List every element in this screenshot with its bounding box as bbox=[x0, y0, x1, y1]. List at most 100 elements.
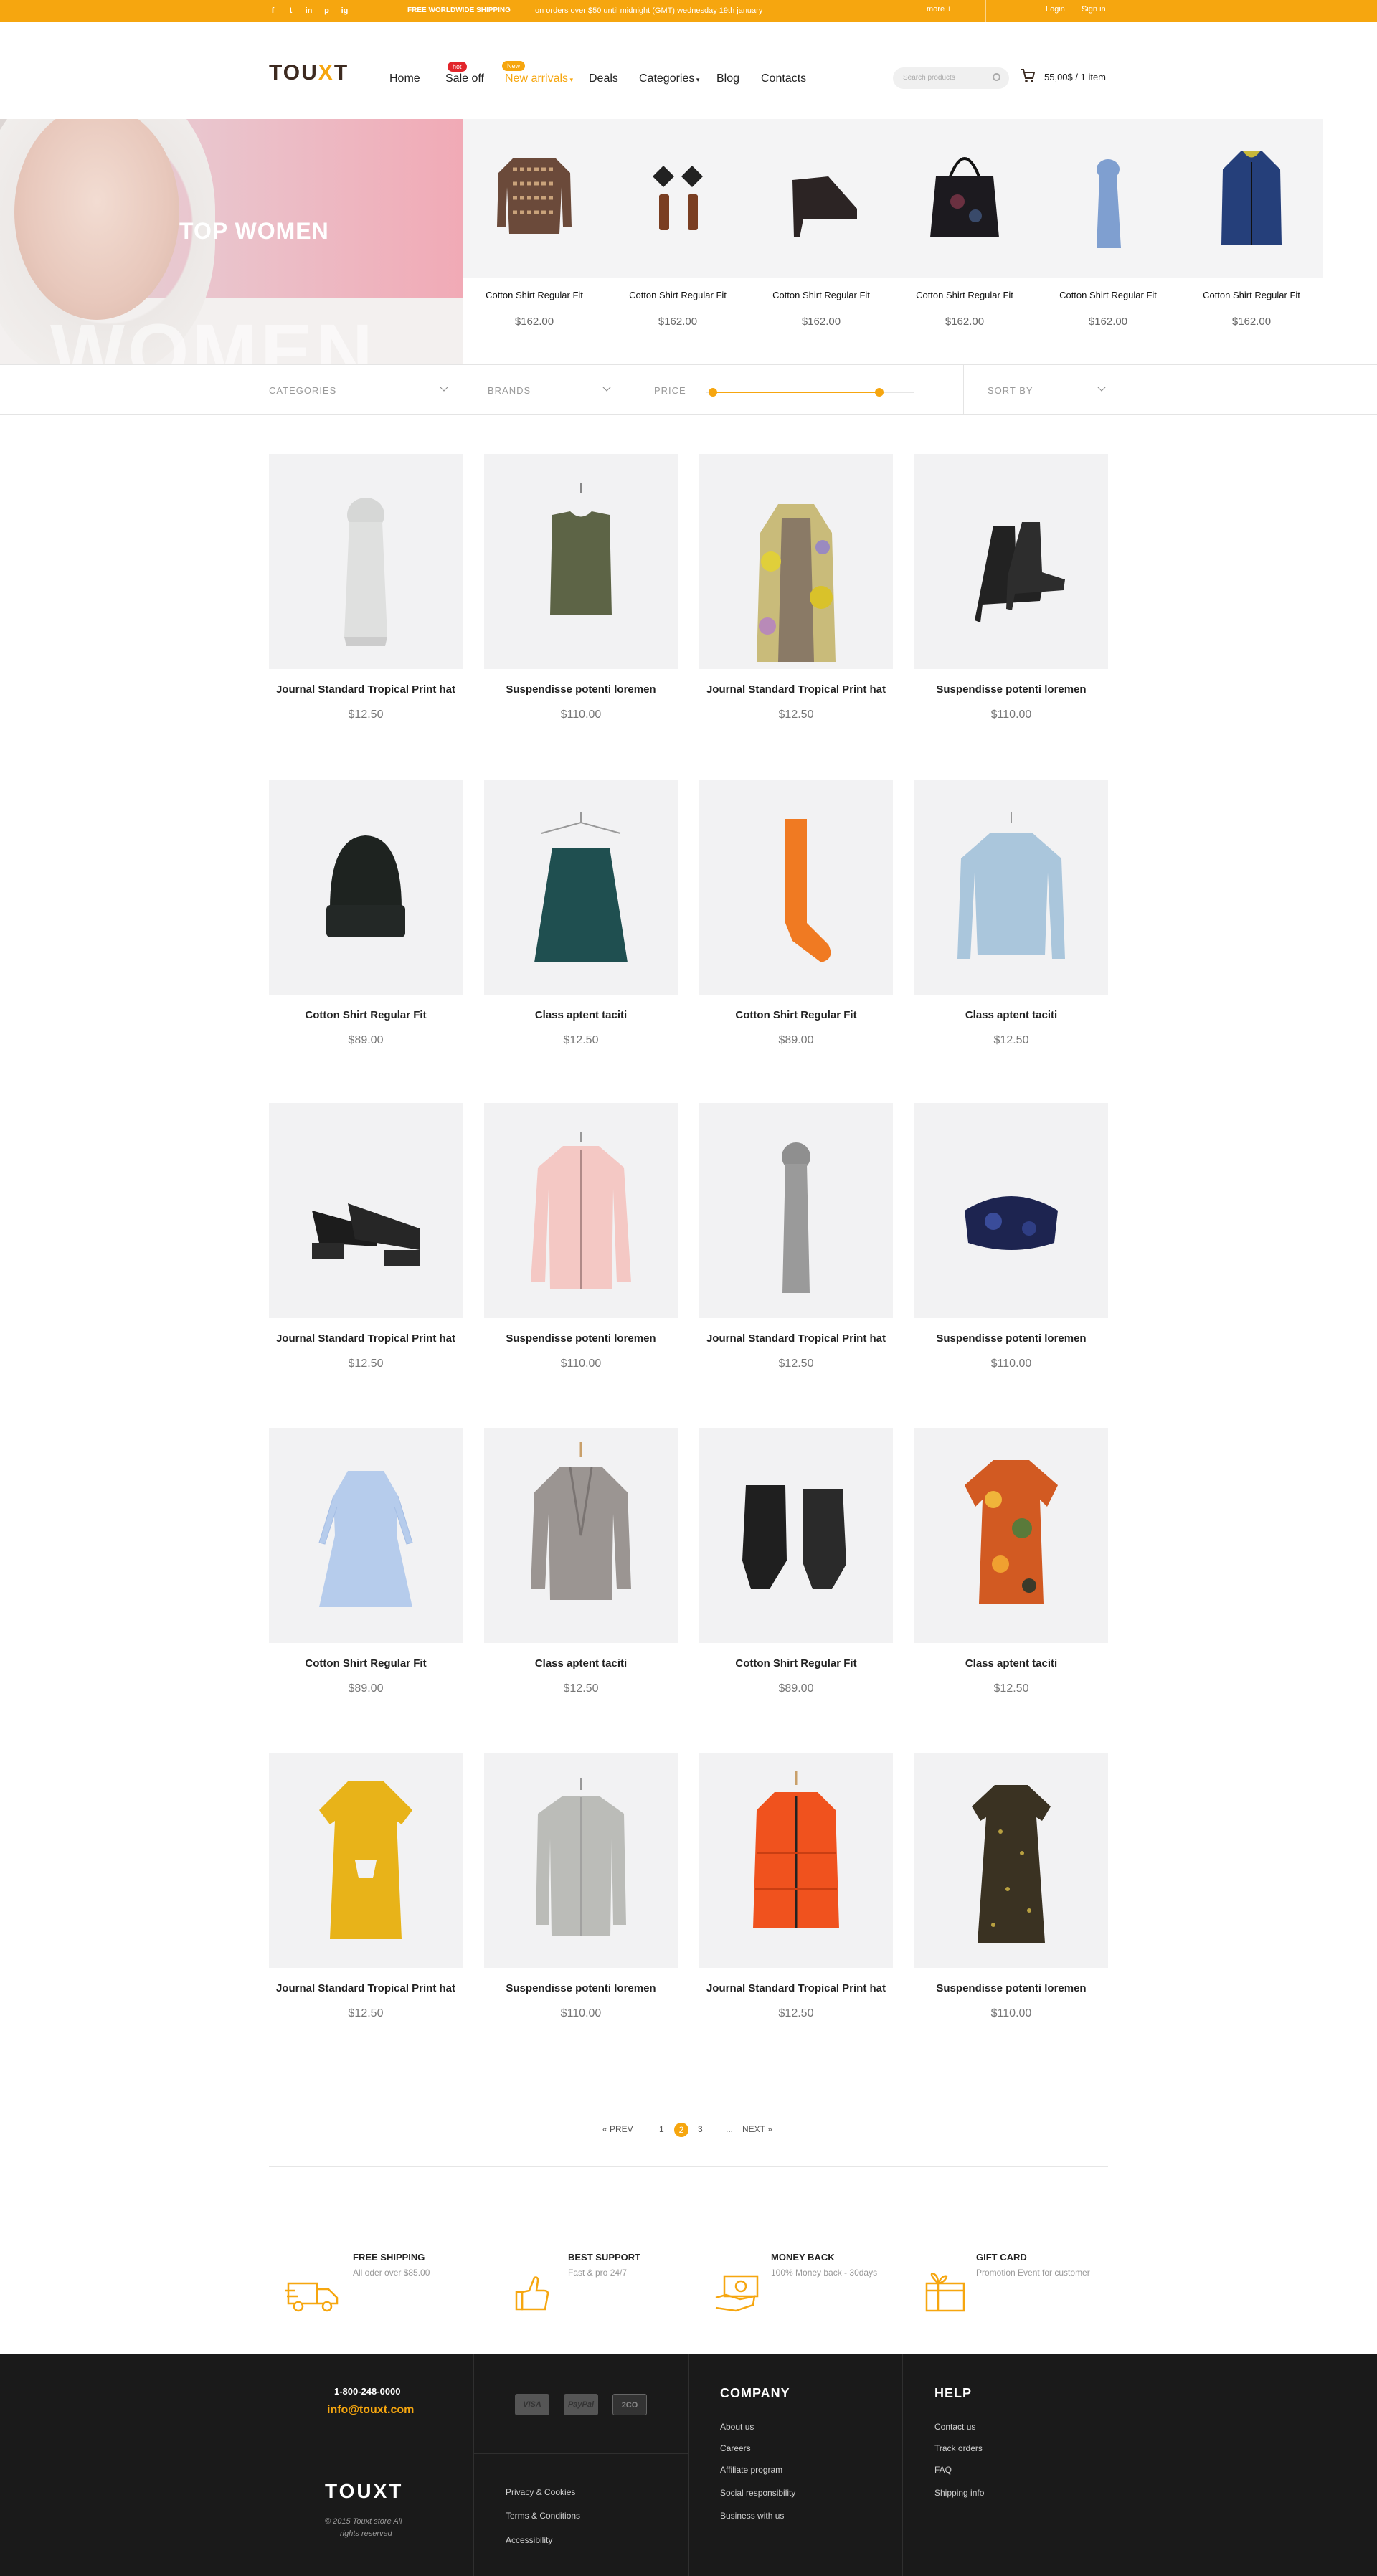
product-card[interactable]: Journal Standard Tropical Print hat $12.… bbox=[699, 1753, 893, 2054]
product-name[interactable]: Suspendisse potenti loremen bbox=[484, 1982, 678, 1994]
signin-link[interactable]: Sign in bbox=[1082, 5, 1106, 14]
product-image bbox=[269, 1103, 463, 1318]
footer-affiliate-link[interactable]: Affiliate program bbox=[720, 2465, 782, 2475]
footer-contact-link[interactable]: Contact us bbox=[934, 2422, 975, 2432]
shirt-image bbox=[536, 1778, 626, 1936]
product-name[interactable]: Journal Standard Tropical Print hat bbox=[269, 1332, 463, 1345]
product-name[interactable]: Journal Standard Tropical Print hat bbox=[699, 1982, 893, 1994]
nav-contacts[interactable]: Contacts bbox=[761, 72, 806, 85]
product-card[interactable]: Cotton Shirt Regular Fit $89.00 bbox=[699, 780, 893, 1081]
featured-item[interactable]: Cotton Shirt Regular Fit $162.00 bbox=[606, 119, 749, 364]
featured-item[interactable]: Cotton Shirt Regular Fit $162.00 bbox=[749, 119, 893, 364]
product-name[interactable]: Journal Standard Tropical Print hat bbox=[269, 683, 463, 696]
more-dropdown[interactable]: more + bbox=[927, 5, 952, 14]
product-name[interactable]: Class aptent taciti bbox=[484, 1657, 678, 1670]
product-name[interactable]: Journal Standard Tropical Print hat bbox=[699, 683, 893, 696]
product-card[interactable]: Suspendisse potenti loremen $110.00 bbox=[484, 454, 678, 755]
product-card[interactable]: Cotton Shirt Regular Fit $89.00 bbox=[699, 1428, 893, 1729]
cart-icon[interactable] bbox=[1020, 67, 1036, 83]
featured-item[interactable]: Cotton Shirt Regular Fit $162.00 bbox=[1036, 119, 1180, 364]
product-name[interactable]: Suspendisse potenti loremen bbox=[914, 1982, 1108, 1994]
product-card[interactable]: Class aptent taciti $12.50 bbox=[484, 1428, 678, 1729]
site-logo[interactable]: TOUXT bbox=[269, 61, 349, 85]
page-link-2-active[interactable]: 2 bbox=[674, 2123, 688, 2137]
featured-item[interactable]: Cotton Shirt Regular Fit $162.00 bbox=[893, 119, 1036, 364]
footer-privacy-link[interactable]: Privacy & Cookies bbox=[506, 2487, 575, 2497]
sort-by-dropdown[interactable]: SORT BY bbox=[988, 365, 1109, 414]
product-name[interactable]: Class aptent taciti bbox=[914, 1657, 1108, 1670]
product-price: $12.50 bbox=[563, 1682, 599, 1695]
product-name[interactable]: Suspendisse potenti loremen bbox=[484, 683, 678, 696]
product-name[interactable]: Cotton Shirt Regular Fit bbox=[269, 1657, 463, 1670]
footer-about-link[interactable]: About us bbox=[720, 2422, 754, 2432]
nav-new-arrivals[interactable]: New arrivals ▾ bbox=[505, 72, 573, 85]
product-name[interactable]: Suspendisse potenti loremen bbox=[914, 683, 1108, 696]
product-name[interactable]: Class aptent taciti bbox=[484, 1009, 678, 1021]
chevron-down-icon bbox=[602, 383, 611, 392]
footer-terms-link[interactable]: Terms & Conditions bbox=[506, 2511, 580, 2521]
product-name[interactable]: Class aptent taciti bbox=[914, 1009, 1108, 1021]
product-card[interactable]: Class aptent taciti $12.50 bbox=[914, 780, 1108, 1081]
footer-business-link[interactable]: Business with us bbox=[720, 2511, 784, 2521]
product-card[interactable]: Class aptent taciti $12.50 bbox=[484, 780, 678, 1081]
product-price: $12.50 bbox=[348, 2007, 384, 2019]
featured-price: $162.00 bbox=[945, 316, 985, 328]
product-name[interactable]: Cotton Shirt Regular Fit bbox=[699, 1009, 893, 1021]
product-card[interactable]: Suspendisse potenti loremen $110.00 bbox=[484, 1753, 678, 2054]
product-name[interactable]: Journal Standard Tropical Print hat bbox=[269, 1982, 463, 1994]
page-link-1[interactable]: 1 bbox=[659, 2124, 664, 2134]
twitter-icon[interactable]: t bbox=[286, 6, 295, 16]
product-card[interactable]: Journal Standard Tropical Print hat $12.… bbox=[699, 454, 893, 755]
product-name[interactable]: Cotton Shirt Regular Fit bbox=[269, 1009, 463, 1021]
nav-home[interactable]: Home bbox=[389, 72, 420, 85]
hero-banner[interactable]: WOMEN TOP WOMEN bbox=[0, 119, 463, 364]
price-slider-max-handle[interactable] bbox=[874, 388, 884, 397]
footer-track-link[interactable]: Track orders bbox=[934, 2443, 983, 2453]
nav-categories[interactable]: Categories ▾ bbox=[639, 72, 699, 85]
featured-item[interactable]: Cotton Shirt Regular Fit $162.00 bbox=[1180, 119, 1323, 364]
footer-social-link[interactable]: Social responsibility bbox=[720, 2488, 795, 2498]
footer-logo[interactable]: TOUXT bbox=[325, 2480, 403, 2503]
product-card[interactable]: Cotton Shirt Regular Fit $89.00 bbox=[269, 780, 463, 1081]
featured-item[interactable]: Cotton Shirt Regular Fit $162.00 bbox=[463, 119, 606, 364]
nav-deals[interactable]: Deals bbox=[589, 72, 618, 85]
product-name[interactable]: Journal Standard Tropical Print hat bbox=[699, 1332, 893, 1345]
cart-summary[interactable]: 55,00$ / 1 item bbox=[1044, 72, 1106, 82]
footer-accessibility-link[interactable]: Accessibility bbox=[506, 2535, 552, 2545]
service-title: BEST SUPPORT bbox=[568, 2252, 641, 2263]
nav-blog[interactable]: Blog bbox=[716, 72, 739, 85]
product-card[interactable]: Journal Standard Tropical Print hat $12.… bbox=[269, 1103, 463, 1404]
brands-filter[interactable]: BRANDS bbox=[488, 365, 628, 414]
filter-bar: CATEGORIES BRANDS PRICE SORT BY bbox=[0, 364, 1377, 415]
product-card[interactable]: Class aptent taciti $12.50 bbox=[914, 1428, 1108, 1729]
top-bar: f t in p ig FREE WORLDWIDE SHIPPING on o… bbox=[0, 0, 1377, 22]
facebook-icon[interactable]: f bbox=[268, 6, 278, 16]
footer-email[interactable]: info@touxt.com bbox=[327, 2404, 414, 2417]
product-card[interactable]: Journal Standard Tropical Print hat $12.… bbox=[699, 1103, 893, 1404]
footer-careers-link[interactable]: Careers bbox=[720, 2443, 751, 2453]
product-card[interactable]: Cotton Shirt Regular Fit $89.00 bbox=[269, 1428, 463, 1729]
price-slider-min-handle[interactable] bbox=[708, 388, 717, 397]
linkedin-icon[interactable]: in bbox=[304, 6, 313, 16]
categories-filter[interactable]: CATEGORIES bbox=[269, 365, 463, 414]
product-card[interactable]: Suspendisse potenti loremen $110.00 bbox=[914, 1753, 1108, 2054]
footer-faq-link[interactable]: FAQ bbox=[934, 2465, 952, 2475]
instagram-icon[interactable]: ig bbox=[340, 6, 349, 16]
footer-shipping-link[interactable]: Shipping info bbox=[934, 2488, 984, 2498]
page-link-3[interactable]: 3 bbox=[698, 2124, 703, 2134]
product-card[interactable]: Suspendisse potenti loremen $110.00 bbox=[914, 454, 1108, 755]
nav-sale-off[interactable]: Sale off bbox=[445, 72, 484, 85]
product-card[interactable]: Suspendisse potenti loremen $110.00 bbox=[914, 1103, 1108, 1404]
pinterest-icon[interactable]: p bbox=[322, 6, 331, 16]
product-card[interactable]: Suspendisse potenti loremen $110.00 bbox=[484, 1103, 678, 1404]
prev-page-link[interactable]: « PREV bbox=[602, 2124, 633, 2134]
next-page-link[interactable]: NEXT » bbox=[742, 2124, 772, 2134]
product-card[interactable]: Journal Standard Tropical Print hat $12.… bbox=[269, 454, 463, 755]
login-link[interactable]: Login bbox=[1046, 5, 1065, 14]
product-card[interactable]: Journal Standard Tropical Print hat $12.… bbox=[269, 1753, 463, 2054]
product-name[interactable]: Suspendisse potenti loremen bbox=[914, 1332, 1108, 1345]
search-input[interactable]: Search products bbox=[893, 67, 1009, 89]
product-name[interactable]: Cotton Shirt Regular Fit bbox=[699, 1657, 893, 1670]
search-icon[interactable] bbox=[993, 73, 1000, 81]
product-name[interactable]: Suspendisse potenti loremen bbox=[484, 1332, 678, 1345]
